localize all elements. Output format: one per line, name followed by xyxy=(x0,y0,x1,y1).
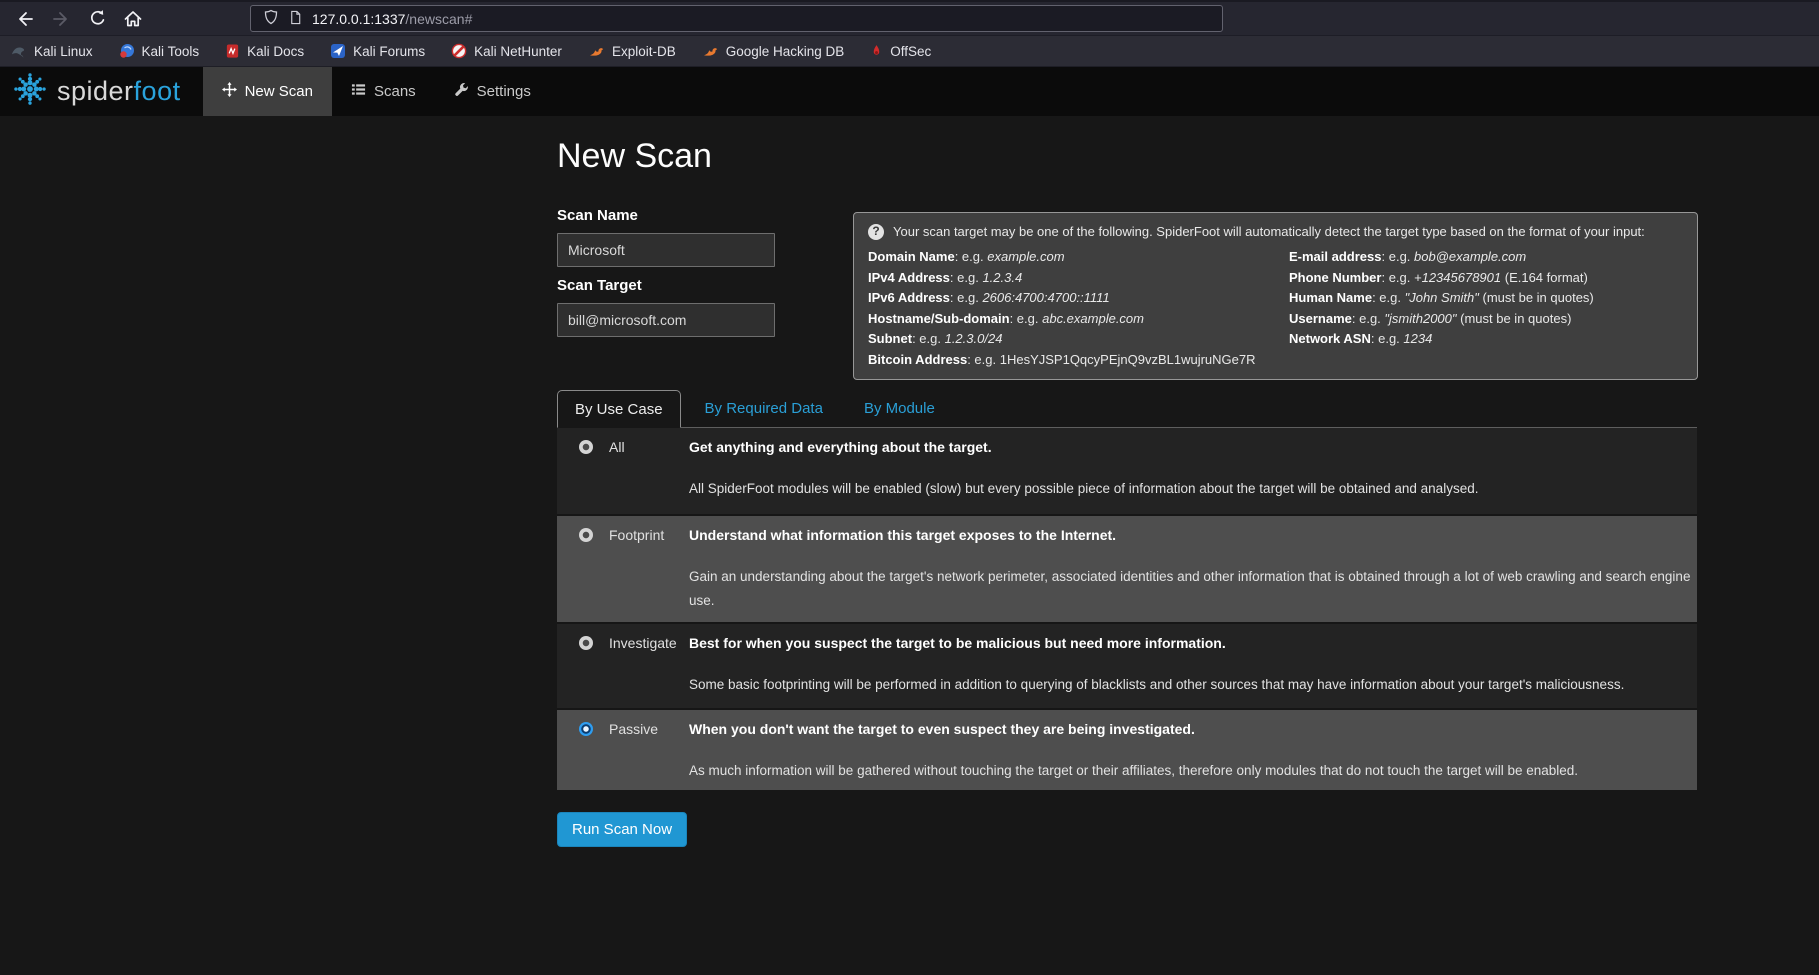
spiderfoot-logo-icon xyxy=(12,71,48,112)
kali-linux-icon xyxy=(10,44,27,59)
kali-docs-icon xyxy=(225,43,240,59)
target-type-domain: Domain Name: e.g. example.com xyxy=(868,247,1289,268)
offsec-icon xyxy=(870,43,883,59)
shield-icon[interactable] xyxy=(263,9,279,28)
use-case-description: All SpiderFoot modules will be enabled (… xyxy=(689,477,1697,501)
refresh-icon[interactable] xyxy=(86,8,108,30)
target-help-intro: Your scan target may be one of the follo… xyxy=(893,222,1645,241)
url-host: 127.0.0.1:1337 xyxy=(312,11,405,27)
use-case-table: All Get anything and everything about th… xyxy=(557,428,1697,790)
use-case-row-passive: Passive When you don't want the target t… xyxy=(557,708,1697,790)
use-case-title: Best for when you suspect the target to … xyxy=(689,635,1697,651)
use-case-description: As much information will be gathered wit… xyxy=(689,759,1697,783)
use-case-name: Footprint xyxy=(609,527,689,622)
use-case-title: Understand what information this target … xyxy=(689,527,1697,543)
nav-item-settings[interactable]: Settings xyxy=(435,67,550,116)
target-type-ipv4: IPv4 Address: e.g. 1.2.3.4 xyxy=(868,268,1289,289)
question-circle-icon: ? xyxy=(868,224,884,240)
bookmarks-bar: Kali Linux Kali Tools Kali Docs Kali For… xyxy=(0,36,1819,67)
page-info-icon[interactable] xyxy=(288,10,303,28)
use-case-row-all: All Get anything and everything about th… xyxy=(557,428,1697,514)
kali-tools-icon xyxy=(119,43,135,59)
bookmark-kali-nethunter[interactable]: Kali NetHunter xyxy=(451,43,562,59)
target-types-left-column: Domain Name: e.g. example.com IPv4 Addre… xyxy=(868,247,1289,370)
target-type-phone: Phone Number: e.g. +12345678901 (E.164 f… xyxy=(1289,268,1683,289)
spiderfoot-brand[interactable]: spiderfoot xyxy=(0,67,203,116)
settings-wrench-icon xyxy=(454,82,469,101)
browser-toolbar: 127.0.0.1:1337/newscan# xyxy=(0,0,1819,36)
google-hacking-db-icon xyxy=(702,44,719,59)
target-type-ipv6: IPv6 Address: e.g. 2606:4700:4700::1111 xyxy=(868,288,1289,309)
run-scan-button[interactable]: Run Scan Now xyxy=(557,812,687,847)
tab-by-use-case[interactable]: By Use Case xyxy=(557,390,681,428)
use-case-description: Gain an understanding about the target's… xyxy=(689,565,1697,613)
target-types-right-column: E-mail address: e.g. bob@example.com Pho… xyxy=(1289,247,1683,370)
kali-nethunter-icon xyxy=(451,43,467,59)
brand-text: spiderfoot xyxy=(57,76,181,107)
exploit-db-icon xyxy=(588,44,605,59)
use-case-title: Get anything and everything about the ta… xyxy=(689,439,1697,455)
page-title: New Scan xyxy=(557,137,712,176)
scan-name-label: Scan Name xyxy=(557,207,638,224)
home-icon[interactable] xyxy=(122,8,144,30)
scan-target-label: Scan Target xyxy=(557,277,642,294)
kali-forums-icon xyxy=(330,43,346,59)
forward-icon[interactable] xyxy=(50,8,72,30)
target-type-username: Username: e.g. "jsmith2000" (must be in … xyxy=(1289,309,1683,330)
target-type-subnet: Subnet: e.g. 1.2.3.0/24 xyxy=(868,329,1289,350)
bookmark-kali-forums[interactable]: Kali Forums xyxy=(330,43,425,59)
use-case-name: Passive xyxy=(609,721,689,790)
use-case-row-footprint: Footprint Understand what information th… xyxy=(557,514,1697,622)
radio-use-case-footprint[interactable] xyxy=(579,528,593,542)
scans-list-icon xyxy=(351,82,366,101)
target-help-box: ? Your scan target may be one of the fol… xyxy=(853,212,1698,380)
module-selection-tabs: By Use Case By Required Data By Module xyxy=(557,390,1697,428)
use-case-name: All xyxy=(609,439,689,514)
target-type-asn: Network ASN: e.g. 1234 xyxy=(1289,329,1683,350)
new-scan-move-icon xyxy=(222,82,237,101)
url-path: /newscan# xyxy=(405,11,472,27)
tab-by-module[interactable]: By Module xyxy=(847,390,952,427)
use-case-name: Investigate xyxy=(609,635,689,708)
radio-use-case-all[interactable] xyxy=(579,440,593,454)
bookmark-exploit-db[interactable]: Exploit-DB xyxy=(588,44,676,59)
url-bar[interactable]: 127.0.0.1:1337/newscan# xyxy=(250,5,1223,32)
bookmark-offsec[interactable]: OffSec xyxy=(870,43,931,59)
nav-item-scans[interactable]: Scans xyxy=(332,67,435,116)
tab-by-required-data[interactable]: By Required Data xyxy=(688,390,840,427)
nav-item-new-scan[interactable]: New Scan xyxy=(203,67,332,116)
url-text: 127.0.0.1:1337/newscan# xyxy=(312,11,472,27)
back-icon[interactable] xyxy=(14,8,36,30)
target-type-email: E-mail address: e.g. bob@example.com xyxy=(1289,247,1683,268)
target-type-bitcoin: Bitcoin Address: e.g. 1HesYJSP1QqcyPEjnQ… xyxy=(868,350,1289,371)
spiderfoot-navbar: spiderfoot New Scan Scans Settings xyxy=(0,67,1819,116)
bookmark-kali-docs[interactable]: Kali Docs xyxy=(225,43,304,59)
use-case-title: When you don't want the target to even s… xyxy=(689,721,1697,737)
scan-name-input[interactable] xyxy=(557,233,775,267)
radio-use-case-passive[interactable] xyxy=(579,722,593,736)
scan-target-input[interactable] xyxy=(557,303,775,337)
radio-use-case-investigate[interactable] xyxy=(579,636,593,650)
bookmark-kali-linux[interactable]: Kali Linux xyxy=(10,44,93,59)
use-case-row-investigate: Investigate Best for when you suspect th… xyxy=(557,622,1697,708)
bookmark-google-hacking-db[interactable]: Google Hacking DB xyxy=(702,44,845,59)
bookmark-kali-tools[interactable]: Kali Tools xyxy=(119,43,200,59)
target-type-hostname: Hostname/Sub-domain: e.g. abc.example.co… xyxy=(868,309,1289,330)
use-case-description: Some basic footprinting will be performe… xyxy=(689,673,1697,697)
target-type-human-name: Human Name: e.g. "John Smith" (must be i… xyxy=(1289,288,1683,309)
